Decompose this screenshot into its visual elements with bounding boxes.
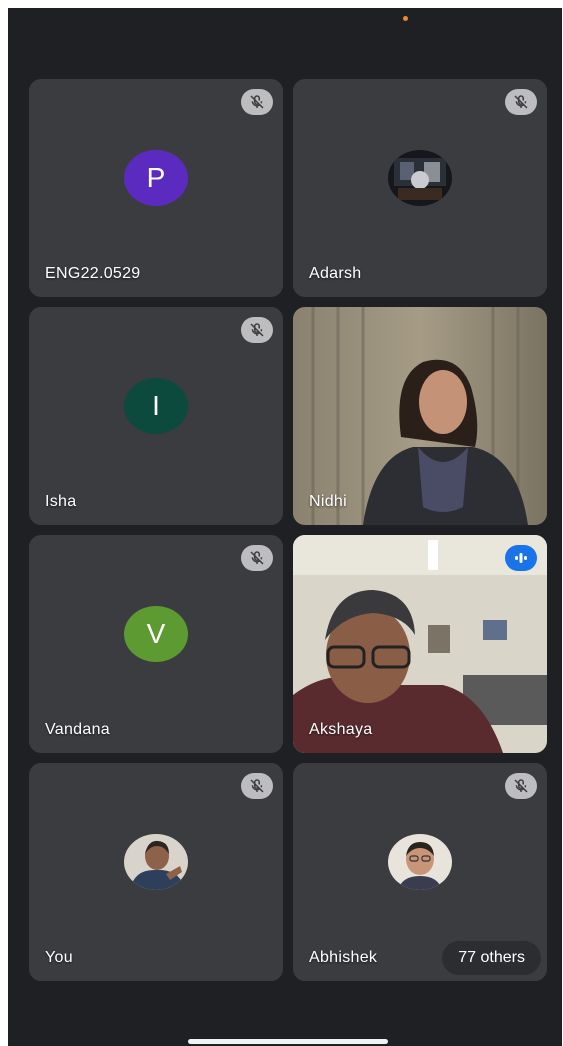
participant-name: You — [45, 949, 73, 966]
mic-off-icon — [241, 545, 273, 571]
avatar — [124, 834, 188, 890]
participant-name: Abhishek — [309, 949, 378, 966]
participant-name: Nidhi — [309, 493, 347, 510]
participant-tile-vandana[interactable]: V Vandana — [29, 535, 283, 753]
mic-off-icon — [241, 773, 273, 799]
mic-off-icon — [241, 89, 273, 115]
participant-name: Adarsh — [309, 265, 362, 282]
participant-tile-you[interactable]: You — [29, 763, 283, 981]
avatar: P — [124, 150, 188, 206]
participant-name: Akshaya — [309, 721, 373, 738]
avatar — [388, 150, 452, 206]
mic-off-icon — [241, 317, 273, 343]
participant-name: ENG22.0529 — [45, 265, 141, 282]
participant-tile-akshaya[interactable]: Akshaya — [293, 535, 547, 753]
participant-tile-isha[interactable]: I Isha — [29, 307, 283, 525]
avatar — [388, 834, 452, 890]
participant-name: Isha — [45, 493, 77, 510]
mic-off-icon — [505, 89, 537, 115]
participant-tile-nidhi[interactable]: Nidhi — [293, 307, 547, 525]
avatar: V — [124, 606, 188, 662]
audio-level-icon — [505, 545, 537, 571]
privacy-indicator-dot — [403, 16, 408, 21]
mic-off-icon — [505, 773, 537, 799]
home-indicator[interactable] — [188, 1039, 388, 1044]
participant-tile-abhishek[interactable]: Abhishek 77 others — [293, 763, 547, 981]
meeting-screen: P ENG22.0529 Adarsh I Isha Nidhi V Vanda… — [8, 8, 562, 1046]
participant-tile-eng22-0529[interactable]: P ENG22.0529 — [29, 79, 283, 297]
participant-tile-adarsh[interactable]: Adarsh — [293, 79, 547, 297]
participant-name: Vandana — [45, 721, 110, 738]
avatar: I — [124, 378, 188, 434]
others-count-button[interactable]: 77 others — [442, 941, 541, 975]
